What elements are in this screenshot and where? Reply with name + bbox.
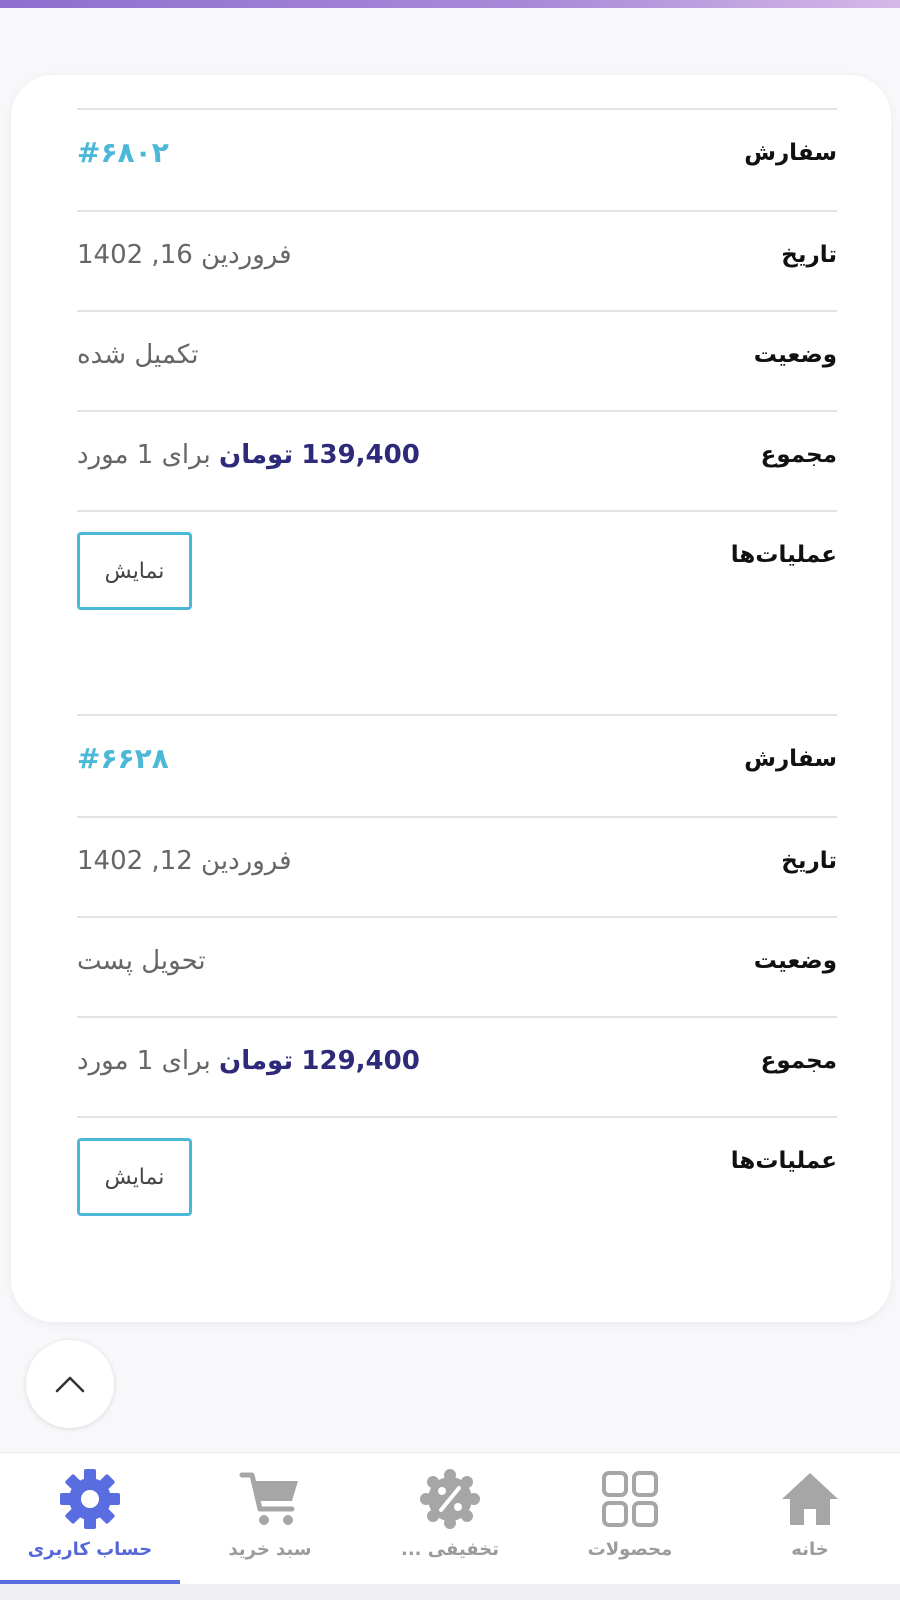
nav-label-home: خانه [791, 1539, 829, 1560]
nav-label-account: حساب کاربری [27, 1539, 153, 1560]
order-block: سفارش #۶۶۲۸ تاریخ فروردین 12, 1402 وضعیت… [77, 714, 837, 1236]
orders-card: سفارش #۶۸۰۲ تاریخ فروردین 16, 1402 وضعیت… [11, 75, 891, 1322]
order-total-row: مجموع 129,400 تومان برای 1 مورد [77, 1016, 837, 1116]
order-label: سفارش [744, 140, 837, 166]
nav-label-products: محصولات [587, 1539, 673, 1560]
order-status-row: وضعیت تحویل پست [77, 916, 837, 1016]
view-order-button[interactable]: نمایش [77, 1138, 192, 1216]
status-label: وضعیت [753, 948, 837, 974]
cart-icon [239, 1472, 298, 1525]
order-actions-row: عملیات‌ها نمایش [77, 1116, 837, 1236]
order-date: فروردین 12, 1402 [77, 846, 292, 876]
actions-label: عملیات‌ها [730, 542, 837, 568]
order-date-row: تاریخ فروردین 16, 1402 [77, 210, 837, 310]
top-accent-bar [0, 0, 900, 8]
nav-label-cart: سبد خرید [228, 1539, 312, 1560]
system-bottom-strip [0, 1584, 900, 1600]
order-date-row: تاریخ فروردین 12, 1402 [77, 816, 837, 916]
nav-label-discounts: تخفیفی ... [401, 1539, 499, 1560]
order-status-row: وضعیت تکمیل شده [77, 310, 837, 410]
currency: تومان [219, 1046, 294, 1076]
total-label: مجموع [760, 442, 837, 468]
bottom-navigation: خانه محصولات تخفیفی ... سبد خرید حساب کا… [0, 1452, 900, 1585]
currency: تومان [219, 440, 294, 470]
order-id[interactable]: #۶۶۲۸ [77, 742, 169, 775]
order-total: 139,400 تومان برای 1 مورد [77, 440, 420, 470]
order-label: سفارش [744, 746, 837, 772]
chevron-up-icon [55, 1376, 85, 1393]
order-number-row: سفارش #۶۸۰۲ [77, 108, 837, 210]
view-order-button[interactable]: نمایش [77, 532, 192, 610]
nav-item-account[interactable]: حساب کاربری [0, 1453, 180, 1585]
actions-label: عملیات‌ها [730, 1148, 837, 1174]
order-status: تکمیل شده [77, 340, 199, 370]
order-date: فروردین 16, 1402 [77, 240, 292, 270]
order-id[interactable]: #۶۸۰۲ [77, 136, 169, 169]
total-amount: 129,400 [301, 1046, 420, 1076]
order-block: سفارش #۶۸۰۲ تاریخ فروردین 16, 1402 وضعیت… [77, 108, 837, 630]
discount-badge-icon [420, 1469, 480, 1529]
items-count: برای 1 مورد [77, 440, 211, 470]
grid-icon [602, 1471, 658, 1527]
order-status: تحویل پست [77, 946, 206, 976]
date-label: تاریخ [781, 848, 837, 874]
nav-item-discounts[interactable]: تخفیفی ... [360, 1453, 540, 1585]
date-label: تاریخ [781, 242, 837, 268]
nav-item-products[interactable]: محصولات [540, 1453, 720, 1585]
order-actions-row: عملیات‌ها نمایش [77, 510, 837, 630]
nav-item-cart[interactable]: سبد خرید [180, 1453, 360, 1585]
nav-item-home[interactable]: خانه [720, 1453, 900, 1585]
home-icon [782, 1473, 838, 1525]
scroll-to-top-button[interactable] [26, 1340, 114, 1428]
gear-icon [60, 1469, 120, 1529]
total-amount: 139,400 [301, 440, 420, 470]
order-number-row: سفارش #۶۶۲۸ [77, 714, 837, 816]
status-label: وضعیت [753, 342, 837, 368]
items-count: برای 1 مورد [77, 1046, 211, 1076]
order-total: 129,400 تومان برای 1 مورد [77, 1046, 420, 1076]
order-total-row: مجموع 139,400 تومان برای 1 مورد [77, 410, 837, 510]
total-label: مجموع [760, 1048, 837, 1074]
